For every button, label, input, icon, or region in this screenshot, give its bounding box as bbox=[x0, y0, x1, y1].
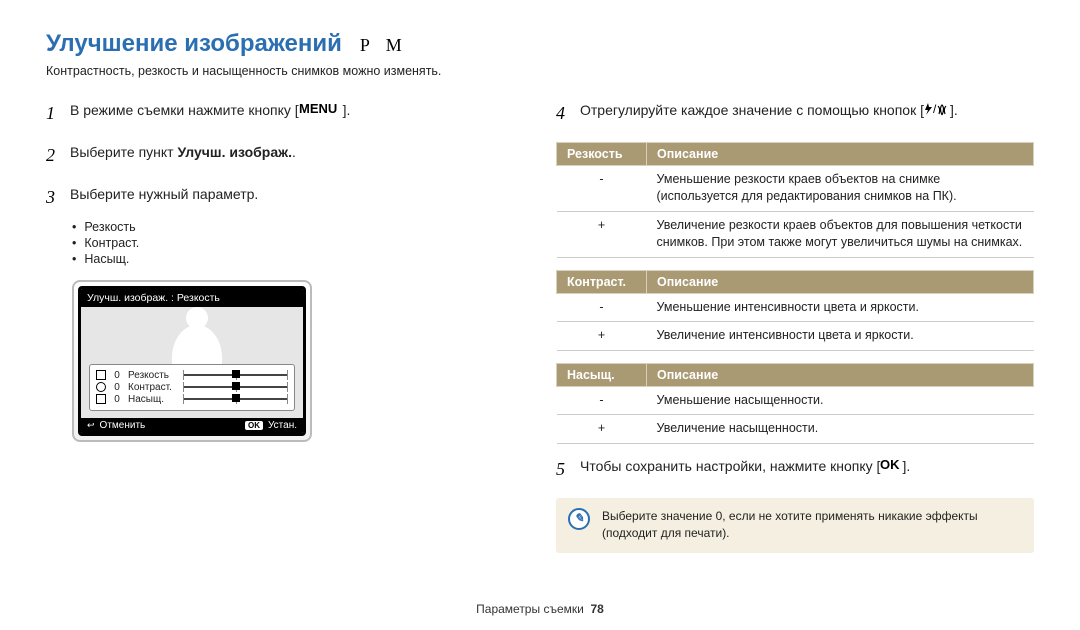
parameter-bullets: Резкость Контраст. Насыщ. bbox=[72, 220, 516, 266]
info-icon: ✎ bbox=[568, 508, 590, 530]
title-main: Улучшение изображений bbox=[46, 30, 342, 58]
contrast-icon bbox=[96, 382, 106, 392]
svg-text:MENU: MENU bbox=[299, 102, 337, 116]
table-saturation: Насыщ.Описание -Уменьшение насыщенности.… bbox=[556, 363, 1034, 444]
lcd-title: Улучш. изображ. : Резкость bbox=[81, 289, 303, 307]
flash-macro-icon: / bbox=[924, 102, 950, 116]
step-2: 2 Выберите пункт Улучш. изображ.. bbox=[46, 142, 516, 170]
ok-mini-icon: OK bbox=[245, 421, 263, 430]
info-note: ✎ Выберите значение 0, если не хотите пр… bbox=[556, 498, 1034, 553]
bullet-contrast: Контраст. bbox=[72, 236, 516, 250]
back-icon: ↩ bbox=[87, 420, 95, 431]
svg-text:OK: OK bbox=[880, 458, 900, 472]
bullet-sharpness: Резкость bbox=[72, 220, 516, 234]
svg-text:/: / bbox=[933, 102, 937, 116]
camera-screen-mock: Улучш. изображ. : Резкость 0 Резкость 0 … bbox=[72, 280, 312, 442]
table-sharpness: РезкостьОписание -Уменьшение резкости кр… bbox=[556, 142, 1034, 258]
table-contrast: Контраст.Описание -Уменьшение интенсивно… bbox=[556, 270, 1034, 351]
lcd-footer: ↩Отменить OKУстан. bbox=[81, 418, 303, 433]
saturation-icon bbox=[96, 394, 106, 404]
subtitle: Контрастность, резкость и насыщенность с… bbox=[46, 64, 1034, 78]
menu-icon: MENU bbox=[299, 102, 343, 116]
page-footer: Параметры съемки 78 bbox=[0, 602, 1080, 616]
title-modes: P M bbox=[360, 35, 408, 56]
page-title: Улучшение изображений P M bbox=[46, 30, 1034, 58]
step-1: 1 В режиме съемки нажмите кнопку [MENU]. bbox=[46, 100, 516, 128]
sharpness-icon bbox=[96, 370, 106, 380]
sliders-panel: 0 Резкость 0 Контраст. 0 Насыщ. bbox=[89, 364, 295, 411]
step-3: 3 Выберите нужный параметр. bbox=[46, 184, 516, 212]
step-4: 4 Отрегулируйте каждое значение с помощь… bbox=[556, 100, 1034, 128]
ok-icon: OK bbox=[880, 458, 902, 472]
step-5: 5 Чтобы сохранить настройки, нажмите кно… bbox=[556, 456, 1034, 484]
bullet-saturation: Насыщ. bbox=[72, 252, 516, 266]
